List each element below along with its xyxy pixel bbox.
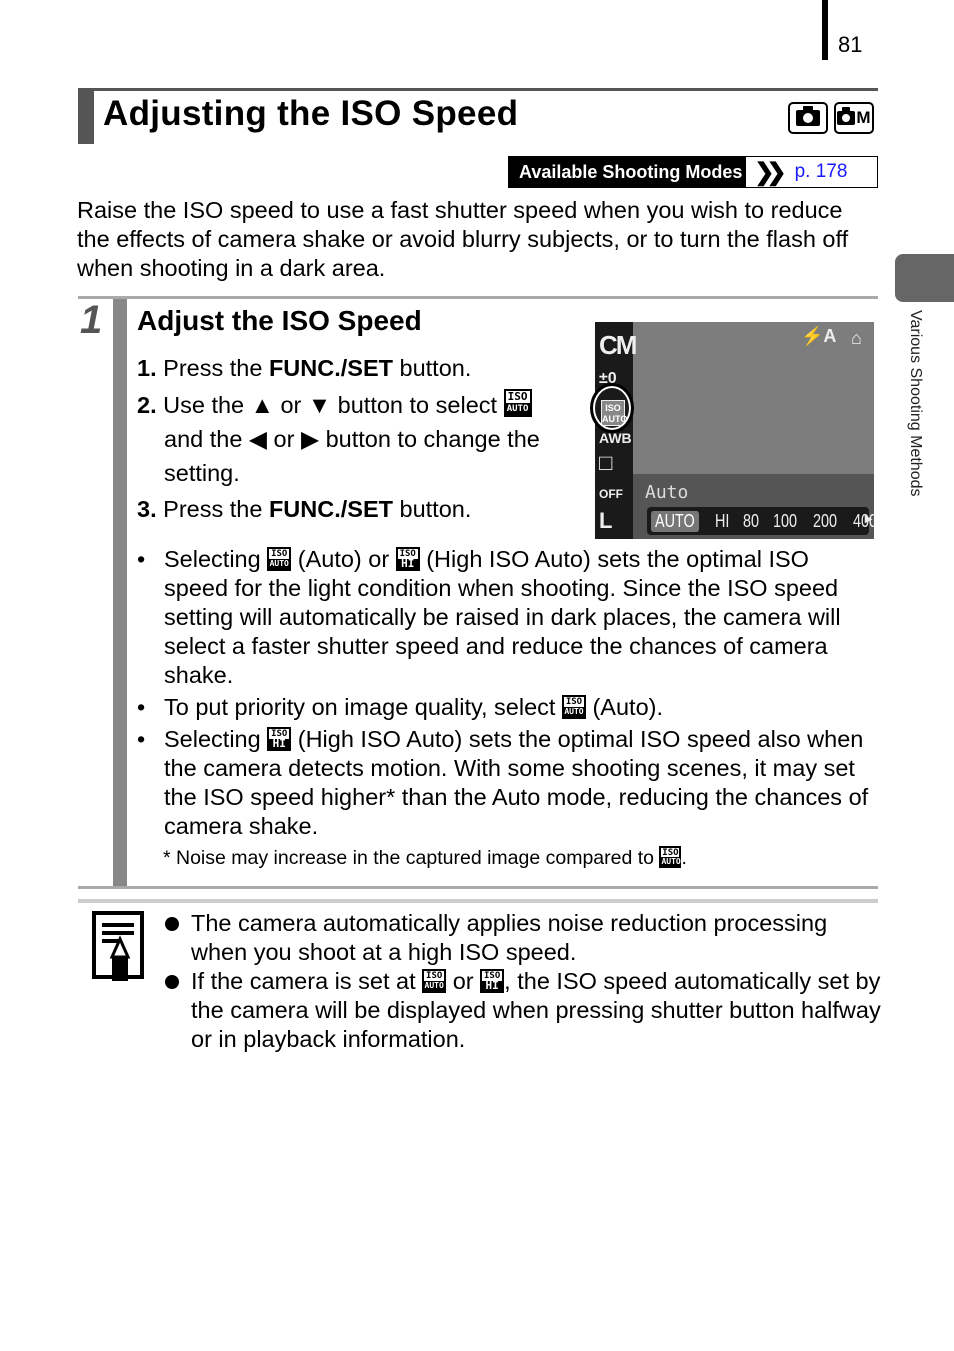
instruction-text: Use the ▲ or ▼ button to select bbox=[163, 392, 498, 418]
instruction-number: 3. bbox=[137, 496, 157, 522]
instruction-text: button. bbox=[392, 496, 472, 522]
iso-label: ISO bbox=[662, 848, 679, 858]
instruction-text: Press the bbox=[163, 496, 269, 522]
lcd-option-hi: HI bbox=[714, 510, 730, 531]
instruction-1: 1. Press the FUNC./SET button. bbox=[137, 351, 471, 385]
iso-label: ISO bbox=[426, 971, 443, 981]
instruction-number: 1. bbox=[137, 355, 157, 381]
iso-hi-icon: ISO HI bbox=[267, 727, 292, 751]
bullet-text: Selecting bbox=[164, 546, 261, 572]
auto-label: AUTO bbox=[661, 857, 681, 866]
manual-mode-icon: M bbox=[834, 102, 874, 134]
flash-auto-icon: ⚡A bbox=[801, 326, 837, 346]
iso-auto-icon: ISO AUTO bbox=[422, 969, 447, 993]
auto-label: AUTO bbox=[563, 707, 584, 717]
step-title: Adjust the ISO Speed bbox=[137, 305, 422, 336]
lcd-image-size: L bbox=[599, 508, 613, 533]
notes-list: The camera automatically applies noise r… bbox=[165, 909, 885, 1054]
iso-auto-icon: ISO AUTO bbox=[561, 695, 586, 719]
camera-lcd-screenshot: CM ±0 ISO AUTO AWB □ OFF L ⚡A ⌂ Auto AUTO… bbox=[595, 322, 874, 539]
lcd-option-200: 200 bbox=[812, 510, 837, 531]
lcd-option-100: 100 bbox=[772, 510, 797, 531]
page-reference-link[interactable]: p. 178 bbox=[783, 157, 848, 187]
chapter-tab[interactable] bbox=[895, 254, 954, 302]
available-shooting-modes: Available Shooting Modes ❯❯ p. 178 bbox=[508, 156, 878, 188]
intro-paragraph: Raise the ISO speed to use a fast shutte… bbox=[77, 197, 849, 281]
memo-pencil-icon bbox=[92, 911, 144, 981]
auto-mode-icon bbox=[788, 102, 828, 134]
note-item: If the camera is set at ISO AUTO or ISO HI… bbox=[165, 967, 885, 1054]
bullet-text: To put priority on image quality, select bbox=[164, 694, 556, 720]
title-accent-bar bbox=[78, 88, 94, 144]
auto-label: AUTO bbox=[424, 981, 445, 991]
bullet-item: To put priority on image quality, select… bbox=[137, 693, 877, 722]
iso-label: ISO bbox=[507, 390, 528, 403]
hi-label: HI bbox=[397, 558, 418, 569]
camera-icon bbox=[837, 107, 856, 125]
bullet-text: (Auto). bbox=[592, 694, 664, 720]
instruction-text: button. bbox=[392, 355, 472, 381]
lcd-setting-label: Auto bbox=[645, 482, 689, 503]
title-rule bbox=[78, 88, 878, 91]
lcd-option-80: 80 bbox=[742, 510, 759, 531]
instruction-text: Press the bbox=[163, 355, 269, 381]
instruction-3: 3. Press the FUNC./SET button. bbox=[137, 492, 471, 526]
footnote-text: * Noise may increase in the captured ima… bbox=[163, 847, 655, 869]
manual-letter: M bbox=[856, 108, 871, 127]
auto-label: AUTO bbox=[505, 403, 530, 415]
chapter-tab-label: Various Shooting Methods bbox=[907, 310, 924, 497]
available-modes-label: Available Shooting Modes bbox=[509, 157, 747, 187]
bullet-item: Selecting ISOHI (High ISO Auto) sets the… bbox=[137, 725, 877, 841]
hi-label: HI bbox=[269, 738, 290, 749]
lcd-more-arrow-icon: ▸ bbox=[865, 510, 873, 526]
iso-auto-icon: ISO AUTO bbox=[659, 846, 682, 868]
notes-rule-top bbox=[78, 899, 878, 903]
bullet-item: Selecting ISOAUTO (Auto) or ISOHI (High … bbox=[137, 545, 877, 690]
iso-auto-icon: ISO AUTO bbox=[503, 389, 532, 417]
bullet-text: Selecting bbox=[164, 726, 261, 752]
bullet-text: (Auto) or bbox=[297, 546, 390, 572]
hi-label: HI bbox=[482, 980, 503, 991]
double-chevron-icon: ❯❯ bbox=[754, 158, 786, 186]
footnote: * Noise may increase in the captured ima… bbox=[163, 846, 687, 870]
step-rule-top bbox=[78, 296, 878, 299]
page-number: 81 bbox=[838, 32, 863, 57]
note-text: If the camera is set at bbox=[191, 968, 416, 994]
iso-label: ISO bbox=[565, 697, 583, 707]
iso-label: ISO bbox=[271, 549, 288, 559]
camera-orientation-icon: ⌂ bbox=[851, 328, 862, 348]
auto-label: AUTO bbox=[269, 559, 290, 569]
lcd-drive-mode: □ bbox=[599, 450, 613, 475]
step-notes-list: Selecting ISOAUTO (Auto) or ISOHI (High … bbox=[137, 545, 877, 844]
footnote-period: . bbox=[681, 847, 687, 869]
lcd-iso-options: AUTO HI 80 100 200 400 bbox=[647, 507, 874, 535]
instruction-text: setting. bbox=[164, 460, 240, 486]
page-title: Adjusting the ISO Speed bbox=[103, 94, 519, 133]
instruction-2: 2. Use the ▲ or ▼ button to select ISO AU… bbox=[137, 388, 540, 490]
step-side-bar bbox=[113, 299, 127, 886]
iso-auto-icon: ISO AUTO bbox=[267, 547, 292, 571]
bullet-text: (High ISO Auto) sets the optimal ISO spe… bbox=[164, 546, 841, 688]
note-text: or bbox=[452, 968, 474, 994]
note-item: The camera automatically applies noise r… bbox=[165, 909, 885, 967]
step-rule-bottom bbox=[78, 886, 878, 889]
instruction-number: 2. bbox=[137, 392, 157, 418]
lcd-flash-off: OFF bbox=[599, 487, 623, 501]
highlight-circle bbox=[590, 383, 634, 433]
iso-hi-icon: ISO HI bbox=[395, 547, 420, 571]
lcd-mode-cm: CM bbox=[599, 330, 637, 360]
instruction-text: and the ◀ or ▶ button to change the bbox=[164, 426, 540, 452]
func-set-label: FUNC./SET bbox=[268, 496, 393, 522]
lcd-option-auto: AUTO bbox=[651, 510, 699, 532]
func-set-label: FUNC./SET bbox=[268, 355, 393, 381]
camera-icon bbox=[796, 106, 820, 126]
iso-hi-icon: ISO HI bbox=[480, 969, 505, 993]
step-number: 1 bbox=[80, 298, 103, 342]
page-number-bar bbox=[822, 0, 828, 60]
